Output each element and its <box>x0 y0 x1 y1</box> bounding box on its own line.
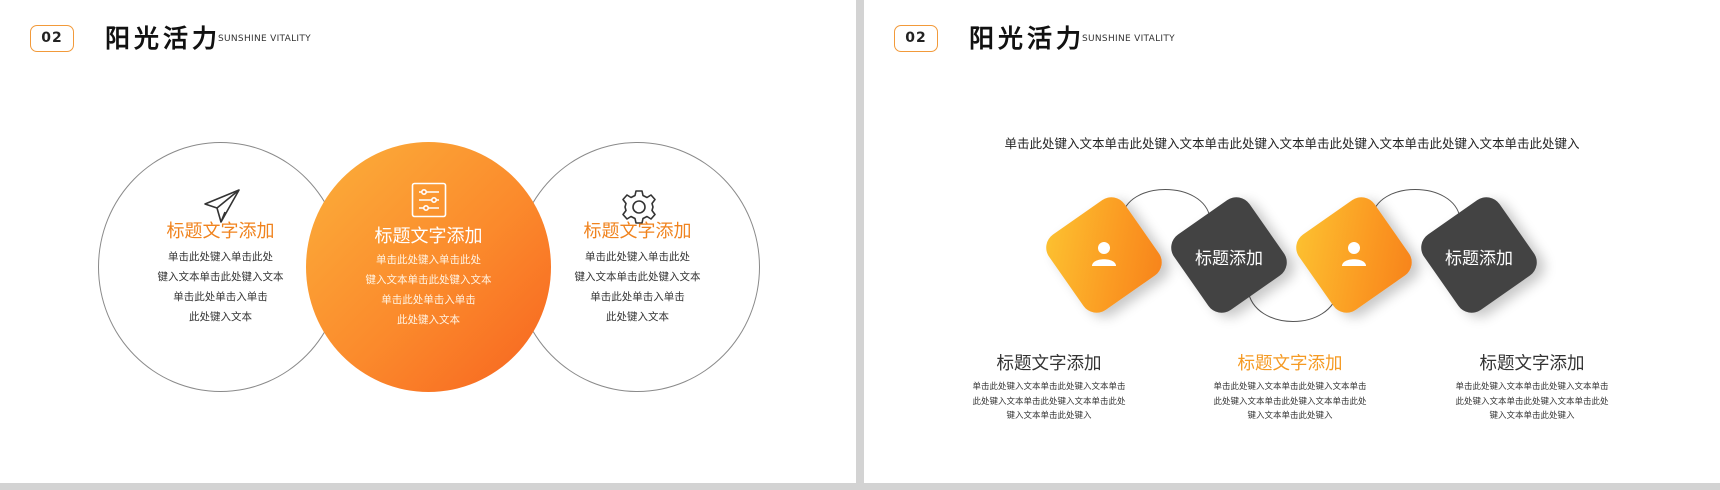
tile-3-content <box>1294 235 1414 275</box>
page-subtitle: SUNSHINE VITALITY <box>218 34 311 44</box>
column-title-2: 标题文字添加 <box>1237 354 1343 374</box>
column-body-3: 单击此处键入文本单击此处键入文本单击 此处键入文本单击此处键入文本单击此处 键入… <box>1455 382 1609 421</box>
feature-body: 单击此处键入单击此处 键入文本单击此处键入文本 单击此处单击入单击 此处键入文本 <box>574 251 701 323</box>
user-icon <box>1089 238 1119 272</box>
tile-1-content <box>1044 235 1164 275</box>
page-title: 阳光活力 <box>105 24 222 53</box>
tile-label: 标题添加 <box>1445 248 1513 269</box>
column-title-3: 标题文字添加 <box>1479 354 1585 374</box>
feature-body: 单击此处键入单击此处 键入文本单击此处键入文本 单击此处单击入单击 此处键入文本 <box>365 254 492 326</box>
feature-title: 标题文字添加 <box>583 221 692 242</box>
feature-circle-3: 标题文字添加 单击此处键入单击此处 键入文本单击此处键入文本 单击此处单击入单击… <box>515 142 760 392</box>
tile-label: 标题添加 <box>1195 248 1263 269</box>
column-body-2: 单击此处键入文本单击此处键入文本单击 此处键入文本单击此处键入文本单击此处 键入… <box>1213 382 1367 421</box>
tile-2-content: 标题添加 <box>1169 236 1289 276</box>
section-badge: 02 <box>30 25 74 52</box>
feature-title: 标题文字添加 <box>374 226 483 247</box>
feature-circle-2: 标题文字添加 单击此处键入单击此处 键入文本单击此处键入文本 单击此处单击入单击… <box>306 142 551 392</box>
column-body-1: 单击此处键入文本单击此处键入文本单击 此处键入文本单击此处键入文本单击此处 键入… <box>972 382 1126 421</box>
slide-left: 02 阳光活力 SUNSHINE VITALITY 标题文字添加 单击此处键入单… <box>0 0 856 483</box>
sliders-icon <box>411 182 447 222</box>
user-icon <box>1339 238 1369 272</box>
tile-4-content: 标题添加 <box>1419 236 1539 276</box>
column-title-1: 标题文字添加 <box>996 354 1102 374</box>
slide-right: 02 阳光活力 SUNSHINE VITALITY 单击此处键入文本单击此处键入… <box>864 0 1720 483</box>
